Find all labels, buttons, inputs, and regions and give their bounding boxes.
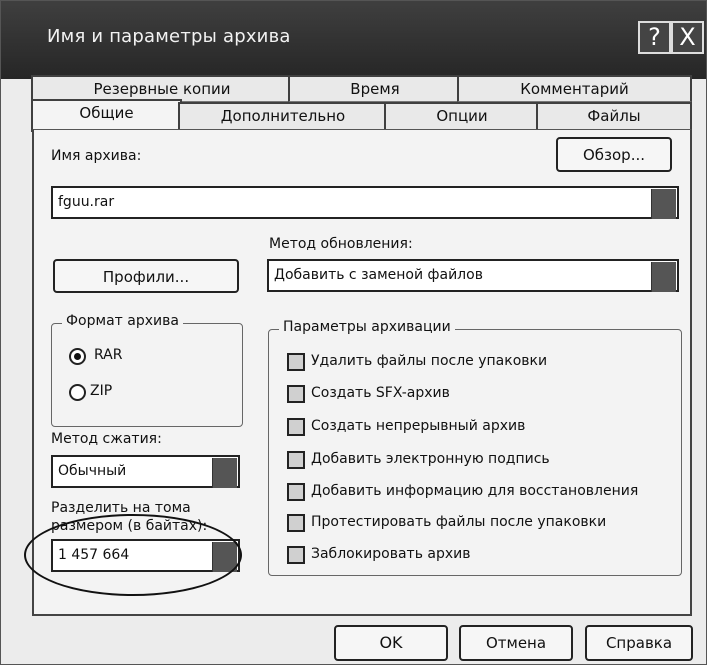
- test-files-label: Протестировать файлы после упаковки: [311, 514, 607, 530]
- compression-dropdown-arrow[interactable]: [212, 458, 237, 488]
- update-method-select[interactable]: Добавить с заменой файлов: [267, 259, 679, 292]
- lock-archive-checkbox[interactable]: [287, 546, 305, 564]
- close-title-button[interactable]: X: [671, 21, 704, 54]
- help-title-button[interactable]: ?: [638, 21, 671, 54]
- browse-button[interactable]: Обзор...: [556, 137, 672, 172]
- rar-radio[interactable]: [69, 348, 86, 365]
- sfx-label: Создать SFX-архив: [311, 385, 450, 401]
- archive-name-label: Имя архива:: [51, 148, 142, 164]
- compression-value: Обычный: [58, 463, 127, 479]
- tab-backups[interactable]: Резервные копии: [31, 75, 293, 102]
- test-files-checkbox[interactable]: [287, 514, 305, 532]
- tab-files[interactable]: Файлы: [536, 102, 692, 132]
- dialog-window: Имя и параметры архива ? X Резервные коп…: [0, 0, 707, 665]
- archive-format-title: Формат архива: [62, 313, 183, 329]
- recovery-record-checkbox[interactable]: [287, 483, 305, 501]
- solid-archive-checkbox[interactable]: [287, 418, 305, 436]
- help-button[interactable]: Справка: [585, 625, 693, 661]
- delete-files-checkbox[interactable]: [287, 353, 305, 371]
- tab-general[interactable]: Общие: [31, 99, 182, 132]
- archive-name-dropdown-arrow[interactable]: [651, 189, 676, 219]
- delete-files-label: Удалить файлы после упаковки: [311, 353, 548, 369]
- compression-select[interactable]: Обычный: [51, 455, 240, 488]
- title-bar: Имя и параметры архива ? X: [1, 1, 706, 79]
- tab-advanced[interactable]: Дополнительно: [178, 102, 388, 132]
- zip-radio[interactable]: [69, 384, 86, 401]
- archive-name-value: fguu.rar: [58, 194, 115, 210]
- compression-label: Метод сжатия:: [51, 431, 162, 447]
- update-method-dropdown-arrow[interactable]: [651, 262, 676, 292]
- solid-archive-label: Создать непрерывный архив: [311, 418, 526, 434]
- tab-comment[interactable]: Комментарий: [457, 75, 692, 102]
- recovery-record-label: Добавить информацию для восстановления: [311, 483, 639, 499]
- tab-options[interactable]: Опции: [384, 102, 540, 132]
- window-title: Имя и параметры архива: [47, 26, 291, 47]
- update-method-label: Метод обновления:: [269, 236, 413, 252]
- archive-name-input[interactable]: fguu.rar: [51, 186, 679, 219]
- rar-label: RAR: [94, 347, 123, 363]
- update-method-value: Добавить с заменой файлов: [274, 267, 483, 283]
- ok-button[interactable]: OK: [334, 625, 448, 661]
- archiving-params-title: Параметры архивации: [279, 319, 455, 335]
- sfx-checkbox[interactable]: [287, 385, 305, 403]
- zip-label: ZIP: [90, 383, 113, 399]
- digital-signature-label: Добавить электронную подпись: [311, 451, 550, 467]
- archiving-params-group: Параметры архивации Удалить файлы после …: [268, 319, 682, 576]
- digital-signature-checkbox[interactable]: [287, 451, 305, 469]
- lock-archive-label: Заблокировать архив: [311, 546, 471, 562]
- archive-format-group: Формат архива RAR ZIP: [51, 313, 243, 427]
- highlight-ellipse: [24, 514, 242, 596]
- profiles-button[interactable]: Профили...: [53, 259, 239, 293]
- cancel-button[interactable]: Отмена: [459, 625, 573, 661]
- tab-time[interactable]: Время: [288, 75, 462, 102]
